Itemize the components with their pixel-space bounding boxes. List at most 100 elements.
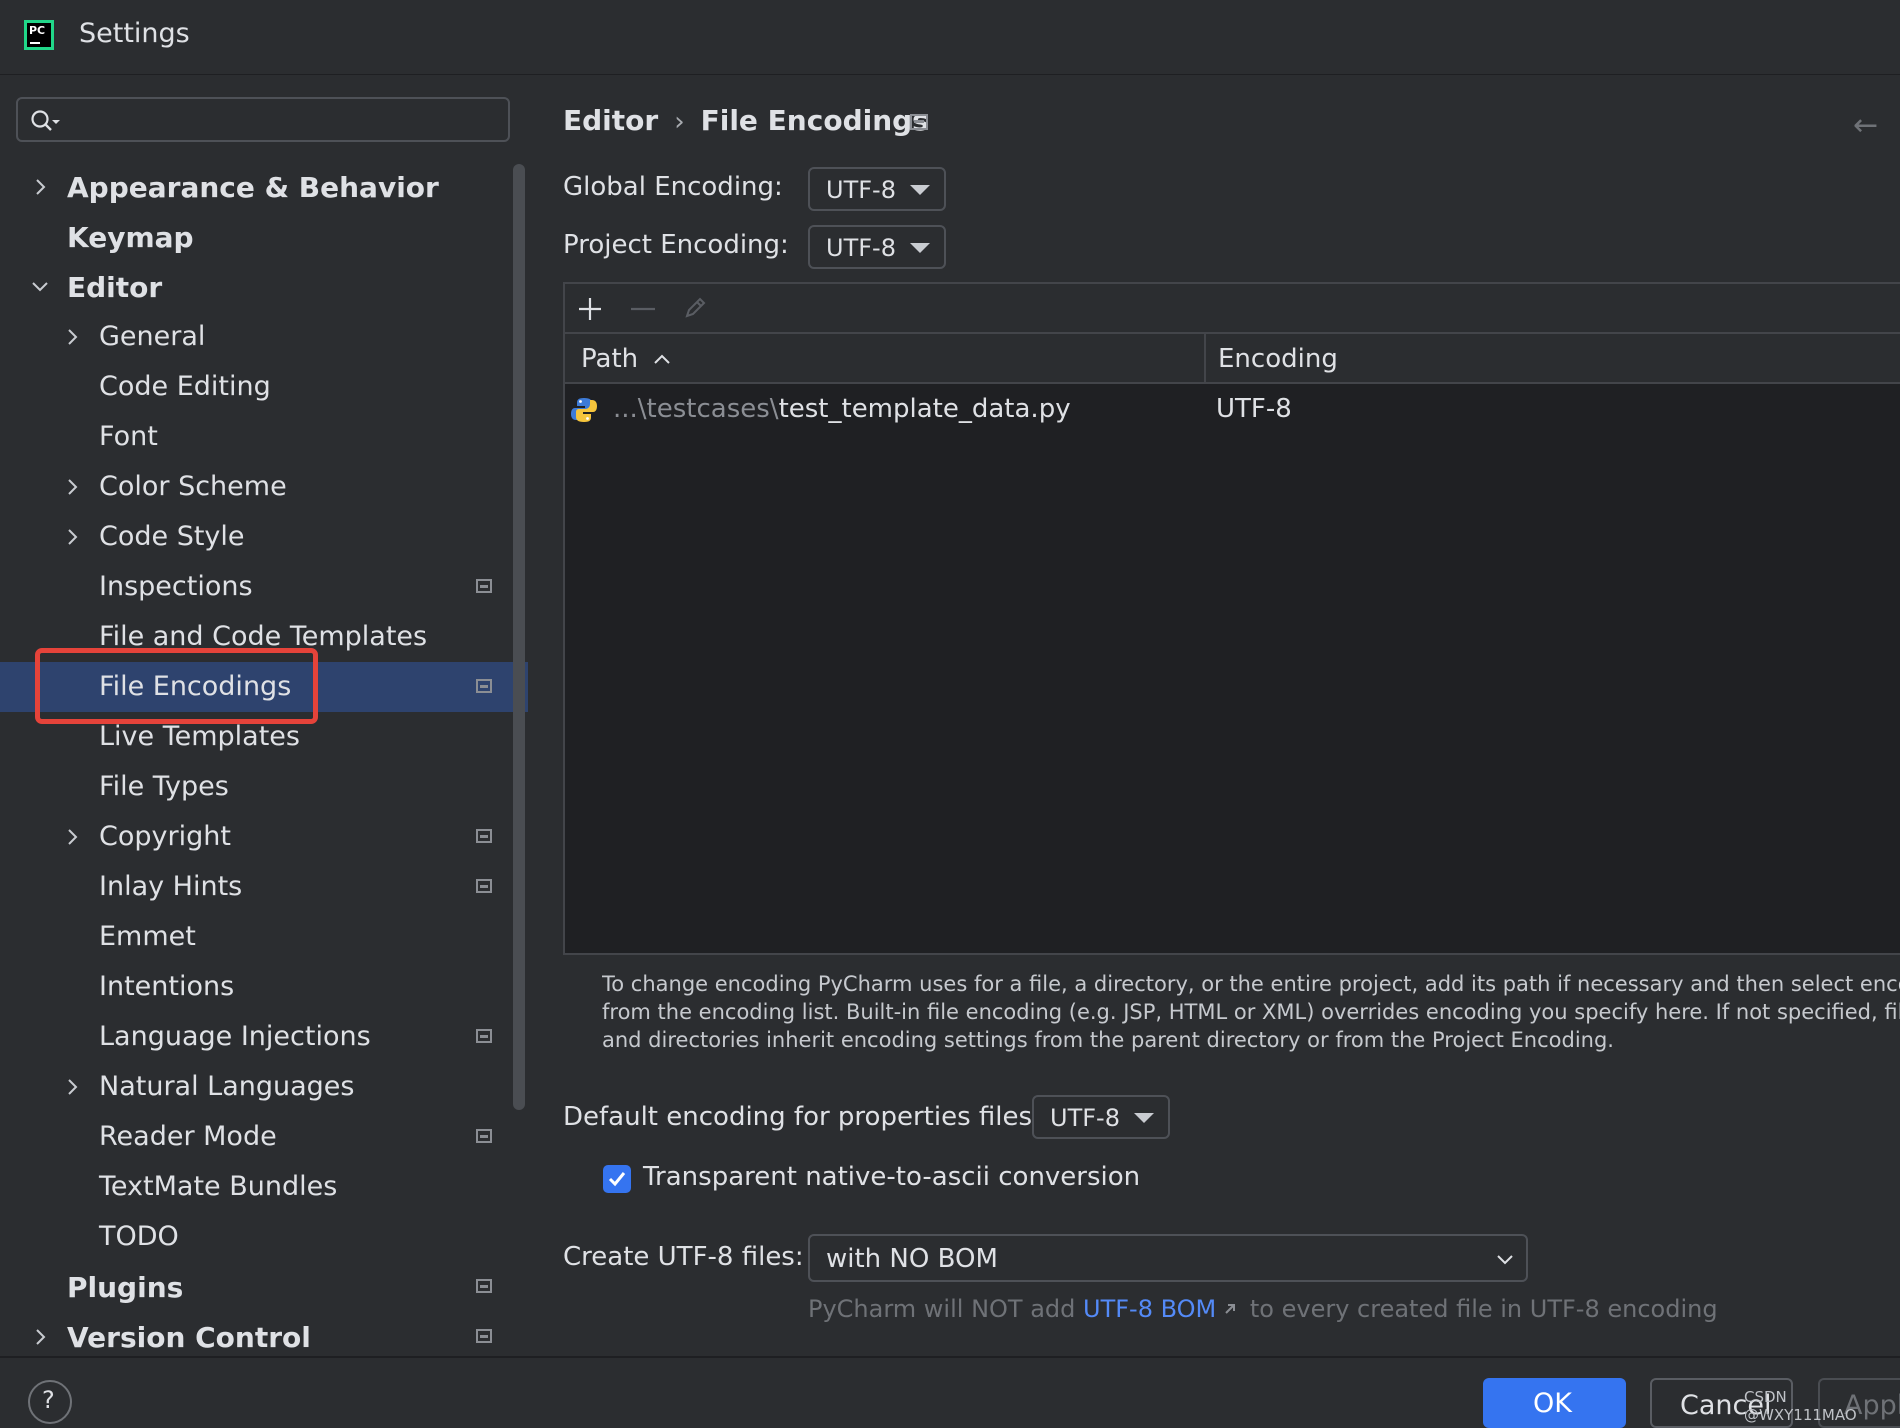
- project-scope-icon: [476, 679, 492, 693]
- breadcrumb-separator: ›: [674, 107, 685, 137]
- sidebar-item-label: TextMate Bundles: [99, 1171, 338, 1202]
- create-utf8-dropdown[interactable]: with NO BOM: [808, 1234, 1528, 1282]
- sidebar-item-code-editing[interactable]: Code Editing: [0, 362, 528, 412]
- project-scope-icon: [476, 1129, 492, 1143]
- sidebar-item-code-style[interactable]: Code Style: [0, 512, 528, 562]
- sidebar-item-todo[interactable]: TODO: [0, 1212, 528, 1262]
- table-row[interactable]: ...\testcases\test_template_data.py UTF-…: [565, 384, 1900, 434]
- chevron-right-icon[interactable]: [62, 527, 82, 547]
- breadcrumb-current: File Encodings: [700, 104, 929, 137]
- sidebar-item-general[interactable]: General: [0, 312, 528, 362]
- project-scope-icon: [476, 829, 492, 843]
- column-header-path[interactable]: Path: [581, 344, 638, 374]
- sidebar-item-appearance-behavior[interactable]: Appearance & Behavior: [0, 162, 528, 212]
- properties-encoding-label: Default encoding for properties files:: [563, 1102, 1041, 1132]
- sidebar-item-label: Live Templates: [99, 721, 300, 752]
- sidebar-item-label: Reader Mode: [99, 1121, 277, 1152]
- bom-note-text: PyCharm will NOT add: [808, 1295, 1084, 1323]
- sidebar-item-label: Natural Languages: [99, 1071, 355, 1102]
- column-separator[interactable]: [1204, 334, 1206, 382]
- external-link-icon: [1225, 1304, 1236, 1314]
- project-encoding-dropdown[interactable]: UTF-8: [808, 225, 946, 269]
- utf8-bom-link[interactable]: UTF-8 BOM: [1083, 1295, 1216, 1323]
- sidebar-item-label: Keymap: [67, 221, 194, 254]
- chevron-right-icon[interactable]: [62, 1077, 82, 1097]
- project-scope-icon: [910, 114, 928, 130]
- dropdown-arrow-icon: [1134, 1113, 1154, 1123]
- title-bar: [0, 0, 1900, 75]
- chevron-right-icon[interactable]: [30, 177, 50, 197]
- chevron-right-icon[interactable]: [30, 1327, 50, 1347]
- edit-icon[interactable]: [681, 294, 709, 322]
- sidebar-item-color-scheme[interactable]: Color Scheme: [0, 462, 528, 512]
- sidebar-item-editor[interactable]: Editor: [0, 262, 528, 312]
- sidebar-item-label: Inspections: [99, 571, 253, 602]
- back-arrow-icon[interactable]: ←: [1853, 108, 1878, 143]
- sidebar-item-font[interactable]: Font: [0, 412, 528, 462]
- sidebar-item-label: TODO: [99, 1221, 179, 1252]
- settings-search-input[interactable]: [16, 97, 510, 142]
- help-button-label: ?: [42, 1386, 55, 1414]
- project-scope-icon: [476, 1279, 492, 1293]
- dropdown-arrow-icon: [910, 243, 930, 253]
- sidebar-item-natural-languages[interactable]: Natural Languages: [0, 1062, 528, 1112]
- sidebar-item-label: Inlay Hints: [99, 871, 243, 902]
- breadcrumb-parent[interactable]: Editor: [563, 104, 658, 137]
- project-encoding-value: UTF-8: [826, 234, 896, 262]
- sidebar-item-copyright[interactable]: Copyright: [0, 812, 528, 862]
- sidebar-item-label: Color Scheme: [99, 471, 287, 502]
- sidebar-item-inlay-hints[interactable]: Inlay Hints: [0, 862, 528, 912]
- add-icon[interactable]: [577, 296, 603, 322]
- sidebar-item-label: Appearance & Behavior: [67, 171, 439, 204]
- sidebar-item-version-control[interactable]: Version Control: [0, 1312, 528, 1362]
- ok-button-label: OK: [1533, 1388, 1572, 1419]
- global-encoding-dropdown[interactable]: UTF-8: [808, 167, 946, 211]
- chevron-right-icon[interactable]: [62, 827, 82, 847]
- sidebar-item-inspections[interactable]: Inspections: [0, 562, 528, 612]
- sidebar-item-reader-mode[interactable]: Reader Mode: [0, 1112, 528, 1162]
- column-header-encoding[interactable]: Encoding: [1218, 344, 1338, 374]
- properties-encoding-dropdown[interactable]: UTF-8: [1032, 1095, 1170, 1139]
- sidebar-item-emmet[interactable]: Emmet: [0, 912, 528, 962]
- sidebar-item-label: General: [99, 321, 206, 352]
- table-toolbar: [565, 284, 1900, 334]
- sidebar-item-label: Font: [99, 421, 158, 452]
- project-scope-icon: [476, 879, 492, 893]
- bom-note-text: to every created file in UTF-8 encoding: [1242, 1295, 1718, 1323]
- chevron-right-icon[interactable]: [62, 327, 82, 347]
- path-file: test_template_data.py: [778, 394, 1071, 424]
- sidebar-item-label: Editor: [67, 271, 163, 304]
- chevron-down-icon[interactable]: [30, 277, 50, 297]
- path-prefix: ...\testcases\: [613, 394, 779, 424]
- project-scope-icon: [476, 1329, 492, 1343]
- sidebar-item-plugins[interactable]: Plugins: [0, 1262, 528, 1312]
- sidebar-item-keymap[interactable]: Keymap: [0, 212, 528, 262]
- help-text: To change encoding PyCharm uses for a fi…: [602, 970, 1900, 1054]
- sidebar-item-file-types[interactable]: File Types: [0, 762, 528, 812]
- table-header: Path Encoding: [565, 334, 1900, 384]
- dropdown-arrow-icon: [910, 185, 930, 195]
- ok-button[interactable]: OK: [1483, 1378, 1626, 1428]
- sidebar-item-intentions[interactable]: Intentions: [0, 962, 528, 1012]
- project-encoding-label: Project Encoding:: [563, 230, 789, 260]
- sidebar-item-textmate-bundles[interactable]: TextMate Bundles: [0, 1162, 528, 1212]
- project-scope-icon: [476, 1029, 492, 1043]
- chevron-right-icon[interactable]: [62, 477, 82, 497]
- sidebar-item-language-injections[interactable]: Language Injections: [0, 1012, 528, 1062]
- native-to-ascii-label[interactable]: Transparent native-to-ascii conversion: [643, 1162, 1140, 1192]
- sidebar-scrollbar[interactable]: [513, 164, 525, 1110]
- native-to-ascii-checkbox[interactable]: [603, 1165, 631, 1193]
- sort-ascending-icon[interactable]: [653, 352, 671, 366]
- sidebar-item-label: Code Editing: [99, 371, 271, 402]
- remove-icon[interactable]: [629, 296, 657, 322]
- path-encoding-table: Path Encoding ...\testcases\test_templat…: [563, 282, 1900, 955]
- window-title: Settings: [79, 18, 190, 49]
- path-cell: ...\testcases\test_template_data.py: [613, 394, 1071, 424]
- sidebar-item-label: File Types: [99, 771, 229, 802]
- search-icon: [31, 110, 60, 131]
- encoding-cell: UTF-8: [1216, 394, 1292, 424]
- sidebar-item-label: Intentions: [99, 971, 235, 1002]
- global-encoding-label: Global Encoding:: [563, 172, 783, 202]
- sidebar-item-label: Code Style: [99, 521, 245, 552]
- help-button[interactable]: ?: [28, 1380, 72, 1424]
